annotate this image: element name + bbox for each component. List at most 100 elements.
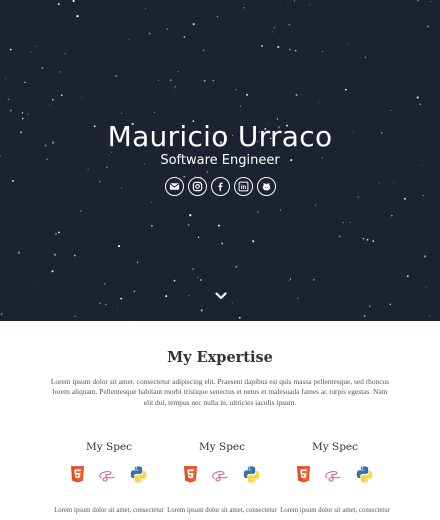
star: [261, 45, 264, 47]
spec-text: Lorem ipsum dolor sit amet, consectetur: [280, 507, 390, 514]
star: [27, 113, 29, 115]
star: [272, 31, 274, 33]
star: [243, 7, 245, 9]
star: [72, 0, 75, 3]
star: [170, 79, 172, 81]
star: [117, 245, 121, 248]
star: [277, 45, 280, 49]
star: [197, 276, 199, 279]
star: [216, 16, 218, 18]
star: [423, 255, 427, 258]
star: [318, 102, 320, 104]
star: [279, 209, 281, 211]
star: [60, 94, 63, 97]
star: [372, 240, 375, 242]
star: [202, 49, 205, 52]
star: [391, 215, 393, 217]
star: [104, 283, 106, 285]
star: [425, 286, 427, 288]
star: [406, 275, 409, 278]
star: [221, 242, 224, 245]
star: [235, 265, 238, 268]
star: [309, 4, 311, 6]
star: [117, 306, 118, 308]
star: [51, 270, 54, 273]
star: [173, 279, 176, 282]
star: [288, 48, 291, 51]
html5-icon: [70, 465, 85, 489]
star: [99, 302, 101, 304]
star: [58, 231, 60, 234]
star: [49, 104, 51, 106]
star: [426, 25, 429, 28]
star: [188, 295, 190, 296]
star: [133, 290, 136, 293]
star: [288, 280, 290, 282]
star: [148, 32, 151, 35]
star: [76, 14, 79, 18]
star: [231, 302, 233, 304]
star: [362, 237, 365, 240]
star: [240, 105, 242, 107]
section-description: Lorem ipsum dolor sit amet, consectetur …: [50, 377, 390, 407]
star: [344, 88, 347, 91]
star: [157, 79, 160, 81]
star: [64, 53, 66, 55]
star: [53, 253, 57, 256]
hero-role: Software Engineer: [160, 153, 280, 168]
hero-name: Mauricio Urraco: [107, 120, 333, 153]
star: [235, 88, 237, 91]
star: [357, 196, 360, 199]
star: [369, 305, 371, 307]
star: [120, 112, 123, 114]
section-title: My Expertise: [167, 349, 273, 366]
star: [321, 50, 323, 52]
email-link[interactable]: [164, 177, 184, 196]
star: [338, 235, 341, 238]
star: [200, 309, 203, 312]
github-icon: [262, 182, 270, 191]
instagram-icon: [192, 181, 202, 192]
instagram-link[interactable]: [187, 177, 207, 196]
spec-card: My Spec Lorem ipsum dolor sit amet, cons…: [52, 441, 166, 514]
star: [314, 204, 317, 206]
star: [30, 51, 32, 53]
star: [403, 197, 406, 200]
spec-title: My Spec: [85, 441, 133, 453]
python-icon: [242, 465, 261, 489]
star: [192, 23, 195, 26]
star: [165, 295, 168, 298]
facebook-link[interactable]: [210, 177, 230, 196]
star: [390, 110, 392, 112]
star: [54, 232, 58, 235]
star: [73, 11, 75, 13]
star: [349, 221, 351, 223]
star: [197, 236, 200, 238]
github-link[interactable]: [256, 177, 276, 196]
star: [313, 279, 315, 281]
svg-text:in: in: [240, 185, 246, 191]
star: [41, 67, 44, 70]
sass-icon: [323, 467, 343, 488]
star: [154, 111, 156, 113]
facebook-icon: [217, 182, 223, 192]
spec-icons: [278, 466, 392, 488]
expertise-section: My Expertise Lorem ipsum dolor sit amet,…: [0, 321, 440, 520]
star: [136, 261, 139, 263]
star: [5, 78, 7, 80]
spec-card: My Spec Lorem ipsum dolor sit amet, cons…: [278, 441, 392, 514]
star: [7, 98, 10, 101]
chevron-down-icon[interactable]: [214, 291, 228, 301]
envelope-icon: [169, 183, 179, 190]
star: [287, 2, 289, 3]
linkedin-link[interactable]: in: [233, 177, 253, 196]
star: [347, 43, 349, 45]
star: [105, 303, 107, 306]
spec-icons: [52, 465, 166, 489]
star: [419, 103, 422, 106]
star: [128, 39, 130, 41]
star: [192, 268, 194, 270]
star: [295, 93, 298, 97]
star: [252, 240, 255, 243]
star: [416, 96, 419, 99]
